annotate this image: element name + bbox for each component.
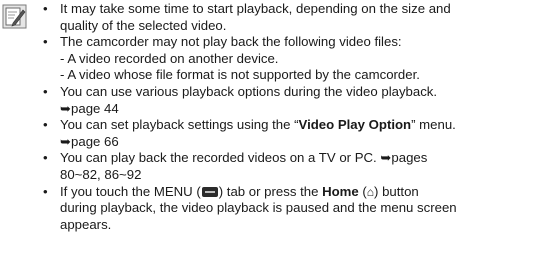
text-segment: ( — [358, 183, 367, 199]
text-line: appears. — [60, 216, 112, 232]
text-segment: ” menu. — [411, 117, 456, 133]
page-reference: ➥page 66 — [60, 133, 119, 149]
home-label: Home — [322, 183, 359, 199]
list-item: • You can play back the recorded videos … — [43, 150, 543, 183]
text-line: - A video recorded on another device. — [60, 50, 279, 66]
list-item: • You can use various playback options d… — [43, 84, 543, 117]
text-line: - A video whose file format is not suppo… — [60, 67, 420, 83]
text-segment: ) tab or press the — [218, 183, 323, 199]
bullet: • — [43, 83, 48, 99]
text-line: You can play back the recorded videos on… — [60, 150, 428, 166]
text-line: The camcorder may not play back the foll… — [60, 34, 402, 50]
text-line: If you touch the MENU ( ) tab or press th… — [60, 184, 543, 201]
text-segment: If you touch the MENU ( — [60, 183, 201, 199]
list-item: • The camcorder may not play back the fo… — [43, 34, 543, 84]
page-reference: 80~82, 86~92 — [60, 166, 142, 182]
page-reference: ➥page 44 — [60, 100, 119, 116]
text-line: during playback, the video playback is p… — [60, 200, 457, 216]
text-line: You can use various playback options dur… — [60, 83, 438, 99]
bullet: • — [43, 117, 48, 133]
bullet: • — [43, 1, 48, 16]
notes-list: • It may take some time to start playbac… — [43, 1, 543, 233]
note-pencil-icon — [2, 4, 27, 29]
home-icon: ⌂ — [366, 184, 375, 199]
bullet: • — [43, 183, 48, 199]
text-line: It may take some time to start playback,… — [60, 1, 451, 16]
text-segment: You can set playback settings using the … — [60, 117, 299, 133]
bullet: • — [43, 34, 48, 50]
text-segment: ) button — [374, 183, 419, 199]
menu-name: Video Play Option — [298, 117, 412, 133]
bullet: • — [43, 150, 48, 166]
text-line: quality of the selected video. — [60, 17, 227, 33]
text-line: You can set playback settings using the … — [60, 117, 543, 134]
list-item: • You can set playback settings using th… — [43, 117, 543, 150]
menu-tab-icon — [201, 186, 218, 197]
list-item: • If you touch the MENU ( ) tab or press … — [43, 184, 543, 234]
list-item: • It may take some time to start playbac… — [43, 1, 543, 34]
